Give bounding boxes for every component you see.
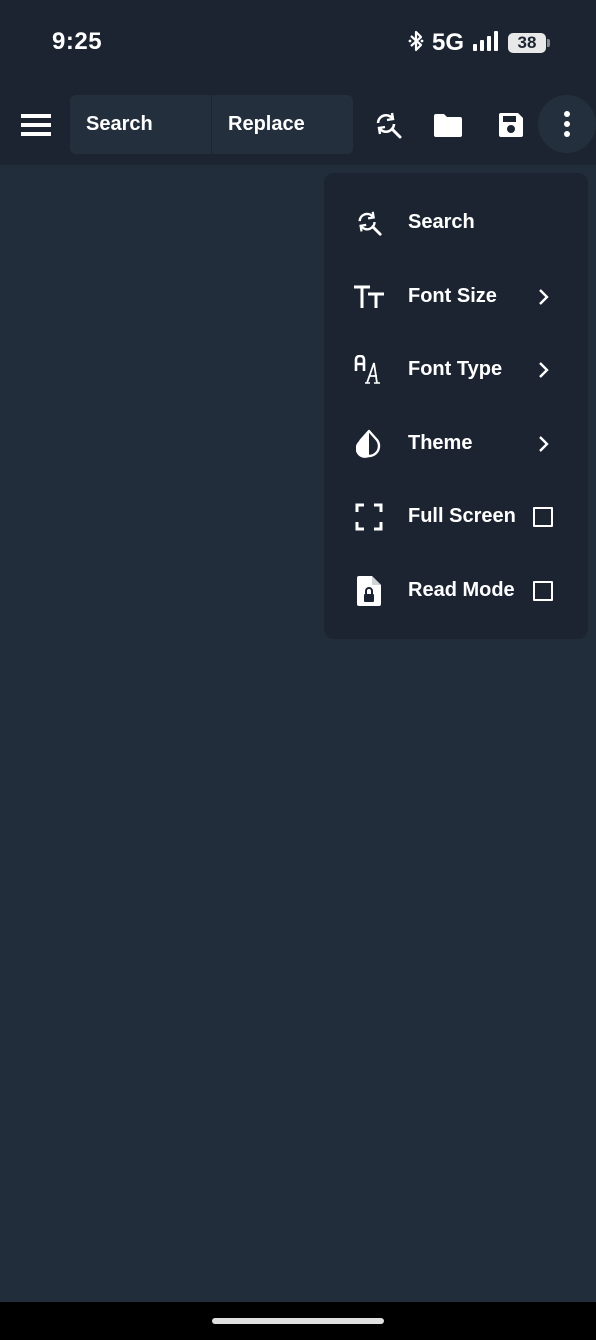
theme-drop-icon (352, 427, 386, 461)
menu-item-label: Theme (408, 432, 473, 454)
read-mode-lock-icon (352, 574, 386, 608)
home-indicator[interactable] (212, 1318, 384, 1324)
network-type: 5G (431, 29, 464, 56)
fullscreen-icon (352, 500, 386, 534)
more-vert-icon (564, 111, 570, 137)
battery-icon: 38 (508, 33, 550, 53)
chevron-right-icon (529, 283, 557, 311)
font-size-icon (352, 280, 386, 314)
chevron-right-icon (529, 356, 557, 384)
read-mode-checkbox[interactable] (529, 577, 557, 605)
font-type-icon (352, 353, 386, 387)
search-replace-button[interactable] (368, 105, 408, 145)
full-screen-checkbox[interactable] (529, 503, 557, 531)
chevron-right-icon (529, 430, 557, 458)
folder-icon (434, 114, 462, 137)
search-input[interactable]: Search (70, 95, 212, 154)
overflow-menu: Search Font Size Font Type Theme Full Sc… (324, 173, 588, 639)
system-nav-bar (0, 1302, 596, 1340)
status-time: 9:25 (52, 28, 103, 55)
open-folder-button[interactable] (428, 105, 468, 145)
replace-input[interactable]: Replace (212, 95, 353, 154)
signal-icon (472, 30, 500, 57)
menu-item-font-size[interactable]: Font Size (324, 260, 588, 333)
menu-item-full-screen[interactable]: Full Screen (324, 480, 588, 553)
status-indicators: 5G 38 (408, 28, 550, 58)
bluetooth-icon (408, 30, 424, 57)
hamburger-icon (21, 114, 51, 136)
status-bar: 9:25 5G 38 (0, 0, 596, 85)
search-replace-icon (352, 206, 386, 240)
menu-item-search[interactable]: Search (324, 186, 588, 259)
menu-item-label: Search (408, 211, 475, 233)
search-replace-fields: Search Replace (70, 95, 353, 154)
menu-item-label: Font Type (408, 358, 503, 380)
hamburger-menu-button[interactable] (18, 105, 54, 145)
menu-item-font-type[interactable]: Font Type (324, 333, 588, 406)
menu-item-label: Full Screen (408, 505, 516, 527)
editor-toolbar: Search Replace (0, 85, 596, 165)
menu-item-label: Font Size (408, 285, 497, 307)
menu-item-theme[interactable]: Theme (324, 407, 588, 480)
save-button[interactable] (491, 105, 531, 145)
more-options-button[interactable] (538, 95, 596, 153)
menu-item-label: Read Mode (408, 579, 515, 601)
menu-item-read-mode[interactable]: Read Mode (324, 554, 588, 627)
save-icon (499, 113, 523, 137)
search-replace-icon (376, 112, 402, 139)
